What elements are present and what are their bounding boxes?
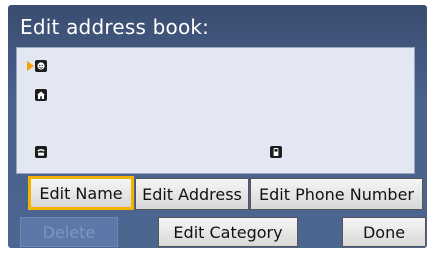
edit-phone-number-button[interactable]: Edit Phone Number bbox=[250, 178, 423, 210]
house-icon bbox=[35, 89, 47, 101]
edit-category-button[interactable]: Edit Category bbox=[158, 217, 298, 247]
screen: Edit address book: Edit Name Edit Addres… bbox=[8, 5, 427, 248]
edit-name-button[interactable]: Edit Name bbox=[28, 176, 134, 210]
screen-title: Edit address book: bbox=[20, 15, 210, 39]
face-icon bbox=[35, 60, 47, 72]
done-button[interactable]: Done bbox=[342, 217, 426, 247]
entry-panel bbox=[16, 47, 415, 174]
mobile-phone-icon bbox=[270, 146, 282, 158]
edit-address-button[interactable]: Edit Address bbox=[135, 178, 249, 210]
cursor-arrow-icon bbox=[27, 61, 34, 71]
phone-icon bbox=[35, 146, 47, 158]
delete-button[interactable]: Delete bbox=[20, 217, 118, 247]
